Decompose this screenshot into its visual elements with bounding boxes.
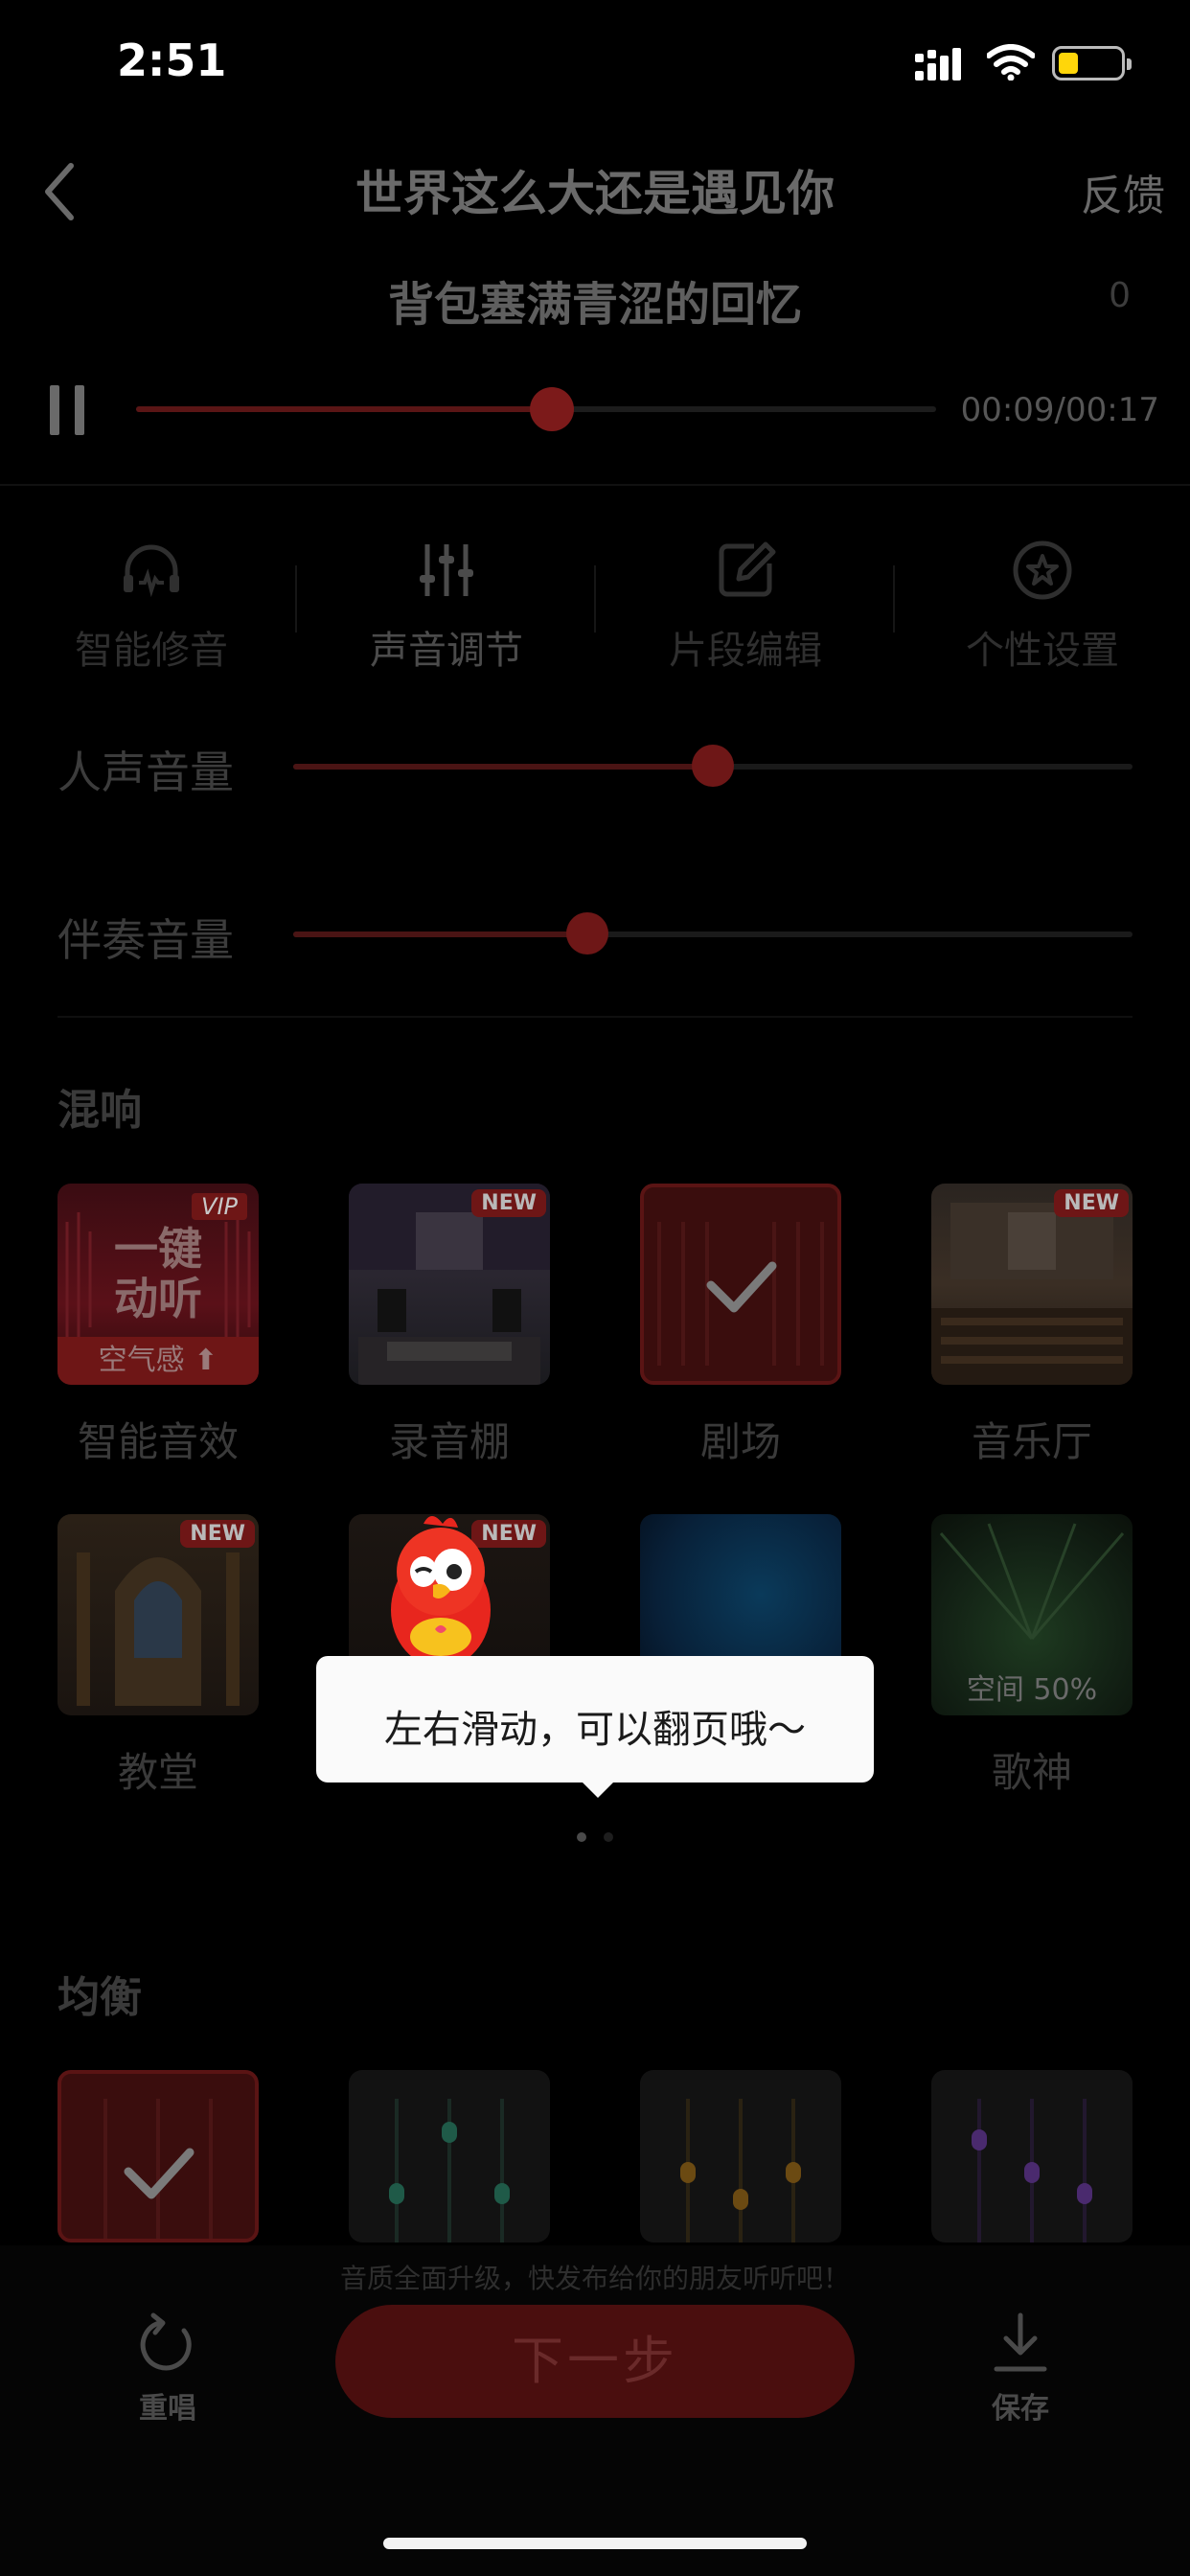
eq-tile-2[interactable] [349,2070,550,2242]
battery-icon [1052,46,1132,80]
reverb-tile-label: 歌神 [991,1749,1072,1796]
reverb-tile-label: 音乐厅 [971,1418,1092,1465]
edit-icon [719,541,776,597]
song-title: 世界这么大还是遇见你 [355,166,835,221]
save-label: 保存 [992,2392,1049,2426]
eq-sliders-graphic [103,2099,213,2239]
thumb-footer: 空气感 ⬆ [57,1337,259,1385]
tooltip-arrow [581,1781,615,1798]
reverb-tile-smart[interactable]: VIP 一键 动听 空气感 ⬆ 智能音效 [57,1184,259,1468]
reverb-section-title: 混响 [57,1086,142,1135]
parrot-mascot-icon [391,1516,491,1668]
accompaniment-volume-label: 伴奏音量 [57,914,234,966]
theater-scene [657,1222,824,1366]
divider [594,565,596,632]
time-readout: 00:09/00:17 [960,391,1159,429]
page-indicator-dot [604,1832,613,1842]
status-time: 2:51 [117,34,227,86]
reverb-tile-label: 智能音效 [77,1418,239,1465]
vip-badge: VIP [192,1193,247,1220]
sliders-icon [420,544,473,596]
eq-tile-4[interactable] [931,2070,1133,2242]
vocal-volume-slider[interactable] [293,745,1133,787]
reverb-thumb [640,1184,841,1385]
reverb-tile-label: 剧场 [699,1418,781,1465]
tab-label: 个性设置 [966,629,1119,673]
save-button[interactable]: 保存 [949,2310,1092,2426]
playback-progress-slider[interactable] [136,387,936,431]
cellular-signal-icon [915,48,961,80]
thumb-footer: 空间 50% [966,1673,1098,1707]
progress-fill [136,406,553,412]
tab-clip-edit[interactable]: 片段编辑 [621,537,870,675]
tab-personal-settings[interactable]: 个性设置 [918,537,1167,675]
eq-tile-3[interactable] [640,2070,841,2242]
home-indicator[interactable] [383,2538,807,2549]
thumb-text: 一键 [114,1223,202,1275]
accompaniment-volume-fill [293,932,587,937]
eq-sliders-graphic [972,2099,1092,2242]
divider [295,565,297,632]
lyric-line: 背包塞满青涩的回忆 [387,278,802,332]
star-refresh-icon [1013,540,1072,600]
headphones-waveform-icon [124,544,179,598]
divider [57,1016,1133,1018]
download-icon [994,2312,1047,2372]
vocal-volume-knob[interactable] [692,745,734,787]
new-badge: NEW [180,1520,255,1548]
page-indicator-dot-active [577,1832,586,1842]
reverb-tile-church[interactable]: NEW 教堂 [57,1514,259,1799]
reverb-tile-concert-hall[interactable]: NEW 音乐厅 [931,1184,1133,1468]
next-step-button[interactable]: 下一步 [335,2305,855,2418]
vocal-volume-label: 人声音量 [57,747,234,798]
accompaniment-volume-knob[interactable] [565,912,608,954]
reverb-tile-label: 教堂 [117,1749,198,1796]
tab-label: 片段编辑 [669,629,822,673]
reverb-thumb: NEW [931,1184,1133,1385]
status-bar: 2:51 [0,0,1190,134]
reverb-thumb: NEW [57,1514,259,1715]
reverb-tile-label: 录音棚 [388,1418,510,1465]
reverb-tile-song-god[interactable]: 空间 50% 歌神 [931,1514,1133,1799]
equalizer-section-title: 均衡 [57,1973,142,2022]
vocal-volume-fill [293,764,713,770]
new-badge: NEW [471,1189,546,1217]
publish-hint: 音质全面升级，快发布给你的朋友听听吧！ [339,2263,850,2294]
swipe-hint-tooltip[interactable]: 左右滑动，可以翻页哦～ [316,1656,874,1782]
redo-button[interactable]: 重唱 [96,2310,240,2426]
reverb-thumb: VIP 一键 动听 空气感 ⬆ [57,1184,259,1385]
tooltip-text: 左右滑动，可以翻页哦～ [384,1708,806,1752]
refresh-icon [140,2312,192,2371]
progress-knob[interactable] [530,387,575,431]
tab-label: 智能修音 [75,629,228,673]
eq-sliders-graphic [389,2099,510,2242]
feedback-button[interactable]: 反馈 [1081,161,1165,222]
divider [0,484,1190,486]
tab-label: 声音调节 [370,629,523,673]
tab-smart-tuning[interactable]: 智能修音 [27,537,276,675]
lyric-count: 0 [1109,276,1131,315]
reverb-tile-theater[interactable]: 剧场 [640,1184,841,1468]
accompaniment-volume-slider[interactable] [293,912,1133,954]
thumb-text: 动听 [114,1273,202,1324]
wifi-icon [987,44,1035,80]
eq-tile-1[interactable] [57,2070,259,2242]
eq-sliders-graphic [680,2099,801,2242]
reverb-thumb: 空间 50% [931,1514,1133,1715]
check-icon [706,1261,777,1313]
new-badge: NEW [1054,1189,1129,1217]
redo-label: 重唱 [139,2392,196,2426]
reverb-tile-studio[interactable]: NEW 录音棚 [349,1184,550,1468]
pause-icon[interactable] [50,385,86,435]
reverb-thumb: NEW [349,1184,550,1385]
tab-sound-adjust[interactable]: 声音调节 [322,537,571,675]
divider [893,565,895,632]
